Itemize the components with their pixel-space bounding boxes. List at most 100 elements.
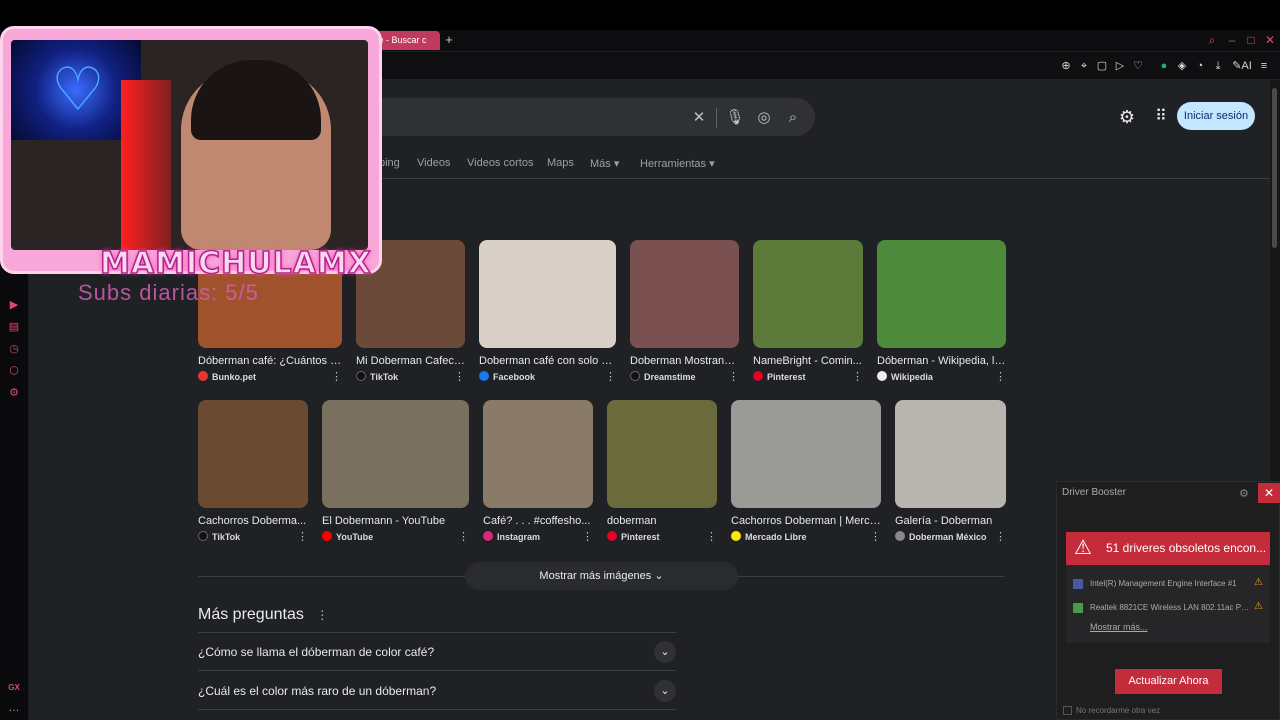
result-caption[interactable]: Cachorros Doberman | Merca... — [731, 515, 881, 527]
facebook-favicon-icon — [479, 371, 489, 381]
image-result[interactable]: Café? . . . #coffesho... Instagram ⋮ — [483, 400, 593, 545]
plus-icon[interactable]: + — [442, 33, 456, 47]
close-icon[interactable]: ✕ — [1258, 483, 1280, 503]
show-more-link[interactable]: Mostrar más... — [1090, 622, 1148, 632]
result-caption[interactable]: NameBright - Comin... — [753, 355, 863, 367]
menu-icon[interactable]: ≡ — [1256, 58, 1272, 74]
search-icon[interactable]: ⌕ — [783, 108, 803, 128]
more-options-icon[interactable]: ⋮ — [706, 530, 717, 543]
search-tabs-icon[interactable]: ⌕ — [1204, 32, 1220, 48]
gear-icon[interactable]: ⚙ — [1239, 487, 1249, 500]
result-source: Doberman México — [895, 531, 987, 542]
close-window-icon[interactable]: ✕ — [1262, 32, 1278, 48]
result-caption[interactable]: Dóberman café: ¿Cuántos a... — [198, 355, 342, 367]
dog-thumbnail[interactable] — [483, 400, 593, 508]
extension-icon[interactable]: ● — [1156, 58, 1172, 74]
more-options-icon[interactable]: ⋮ — [605, 370, 616, 383]
keyboard-icon[interactable]: ▤ — [6, 319, 22, 335]
tab-maps[interactable]: Maps — [547, 157, 574, 169]
puzzle-icon[interactable]: ◈ — [1174, 58, 1190, 74]
chevron-down-icon[interactable]: ⌄ — [654, 641, 676, 663]
result-caption[interactable]: Galería - Doberman — [895, 515, 1006, 527]
more-options-icon[interactable]: ⋮ — [728, 370, 739, 383]
tab-more[interactable]: Más ▾ — [590, 157, 619, 170]
paa-question[interactable]: ¿Cuál es el color más raro de un dóberma… — [198, 672, 676, 710]
more-options-icon[interactable]: ⋮ — [331, 370, 342, 383]
profile-icon[interactable]: ◔ — [1192, 58, 1208, 74]
player-icon[interactable]: ▶ — [6, 297, 22, 313]
more-options-icon[interactable]: ⋮ — [582, 530, 593, 543]
ai-icon[interactable]: ✎AI — [1232, 58, 1252, 74]
result-caption[interactable]: El Dobermann - YouTube — [322, 515, 469, 527]
dog-thumbnail[interactable] — [753, 240, 863, 348]
chevron-down-icon[interactable]: ⌄ — [654, 680, 676, 702]
more-options-icon[interactable]: ⋮ — [995, 370, 1006, 383]
image-result[interactable]: Galería - Doberman Doberman México ⋮ — [895, 400, 1006, 545]
result-source: Instagram — [483, 531, 540, 542]
image-result[interactable]: Doberman Mostrand... Dreamstime ⋮ — [630, 240, 739, 385]
pin-icon[interactable]: ⌖ — [1076, 58, 1092, 74]
image-result[interactable]: Cachorros Doberman | Merca... Mercado Li… — [731, 400, 881, 545]
settings-icon[interactable]: ⚙ — [6, 385, 22, 401]
minimize-icon[interactable]: – — [1224, 32, 1240, 48]
more-options-icon[interactable]: ⋮ — [852, 370, 863, 383]
chip-icon — [1073, 579, 1083, 589]
paa-question[interactable]: ¿Cómo se llama el dóberman de color café… — [198, 633, 676, 671]
more-options-icon[interactable]: ⋮ — [870, 530, 881, 543]
download-icon[interactable]: ⤓ — [1210, 58, 1226, 74]
gx-icon[interactable]: GX — [6, 680, 22, 696]
apps-grid-icon[interactable]: ⠿ — [1150, 106, 1172, 128]
dog-thumbnail[interactable] — [479, 240, 616, 348]
result-caption[interactable]: Mi Doberman Cafeci... — [356, 355, 465, 367]
more-options-icon[interactable]: ⋮ — [995, 530, 1006, 543]
lens-icon[interactable]: ◎ — [754, 108, 774, 128]
result-caption[interactable]: Doberman Mostrand... — [630, 355, 739, 367]
image-result[interactable]: Cachorros Doberma... TikTok ⋮ — [198, 400, 308, 545]
result-caption[interactable]: Dóberman - Wikipedia, la... — [877, 355, 1006, 367]
more-icon[interactable]: … — [6, 700, 22, 716]
play-icon[interactable]: ▷ — [1112, 58, 1128, 74]
result-caption[interactable]: doberman — [607, 515, 717, 527]
result-caption[interactable]: Doberman café con solo d... — [479, 355, 616, 367]
result-caption[interactable]: Café? . . . #coffesho... — [483, 515, 593, 527]
image-result[interactable]: El Dobermann - YouTube YouTube ⋮ — [322, 400, 469, 545]
dog-thumbnail[interactable] — [731, 400, 881, 508]
people-also-ask-title: Más preguntas ⋮ — [198, 606, 329, 623]
result-caption[interactable]: Cachorros Doberma... — [198, 515, 308, 527]
maximize-icon[interactable]: □ — [1243, 32, 1259, 48]
dog-thumbnail[interactable] — [198, 400, 308, 508]
dog-thumbnail[interactable] — [322, 400, 469, 508]
dog-thumbnail[interactable] — [895, 400, 1006, 508]
image-result[interactable]: Dóberman - Wikipedia, la... Wikipedia ⋮ — [877, 240, 1006, 385]
subs-counter: Subs diarias: 5/5 — [78, 280, 259, 305]
clear-icon[interactable]: ✕ — [689, 108, 709, 128]
dog-thumbnail[interactable] — [630, 240, 739, 348]
extensions-icon[interactable]: ⬡ — [6, 363, 22, 379]
heart-icon[interactable]: ♡ — [1130, 58, 1146, 74]
warning-icon: ⚠ — [1254, 601, 1263, 612]
scrollbar-thumb[interactable] — [1272, 88, 1277, 248]
show-more-images-button[interactable]: Mostrar más imágenes ⌄ — [465, 562, 738, 590]
no-record-label: No recordarme otra vez — [1076, 706, 1161, 715]
dog-thumbnail[interactable] — [877, 240, 1006, 348]
more-options-icon[interactable]: ⋮ — [316, 608, 328, 622]
zoom-icon[interactable]: ⊕ — [1058, 58, 1074, 74]
more-options-icon[interactable]: ⋮ — [297, 530, 308, 543]
gear-icon[interactable]: ⚙ — [1116, 106, 1138, 128]
more-options-icon[interactable]: ⋮ — [454, 370, 465, 383]
tab-videos[interactable]: Videos — [417, 157, 450, 169]
tab-tools[interactable]: Herramientas ▾ — [640, 157, 715, 170]
mic-icon[interactable]: 🎙 — [725, 108, 745, 128]
dog-thumbnail[interactable] — [607, 400, 717, 508]
update-now-button[interactable]: Actualizar Ahora — [1115, 669, 1222, 694]
no-record-checkbox[interactable] — [1063, 706, 1072, 715]
signin-button[interactable]: Iniciar sesión — [1177, 102, 1255, 130]
image-result[interactable]: doberman Pinterest ⋮ — [607, 400, 717, 545]
image-result[interactable]: Doberman café con solo d... Facebook ⋮ — [479, 240, 616, 385]
image-result[interactable]: NameBright - Comin... Pinterest ⋮ — [753, 240, 863, 385]
tab-short-videos[interactable]: Videos cortos — [467, 157, 533, 169]
history-icon[interactable]: ◷ — [6, 341, 22, 357]
tab-shopping[interactable]: ping — [379, 157, 400, 169]
snapshot-icon[interactable]: ▢ — [1094, 58, 1110, 74]
more-options-icon[interactable]: ⋮ — [458, 530, 469, 543]
